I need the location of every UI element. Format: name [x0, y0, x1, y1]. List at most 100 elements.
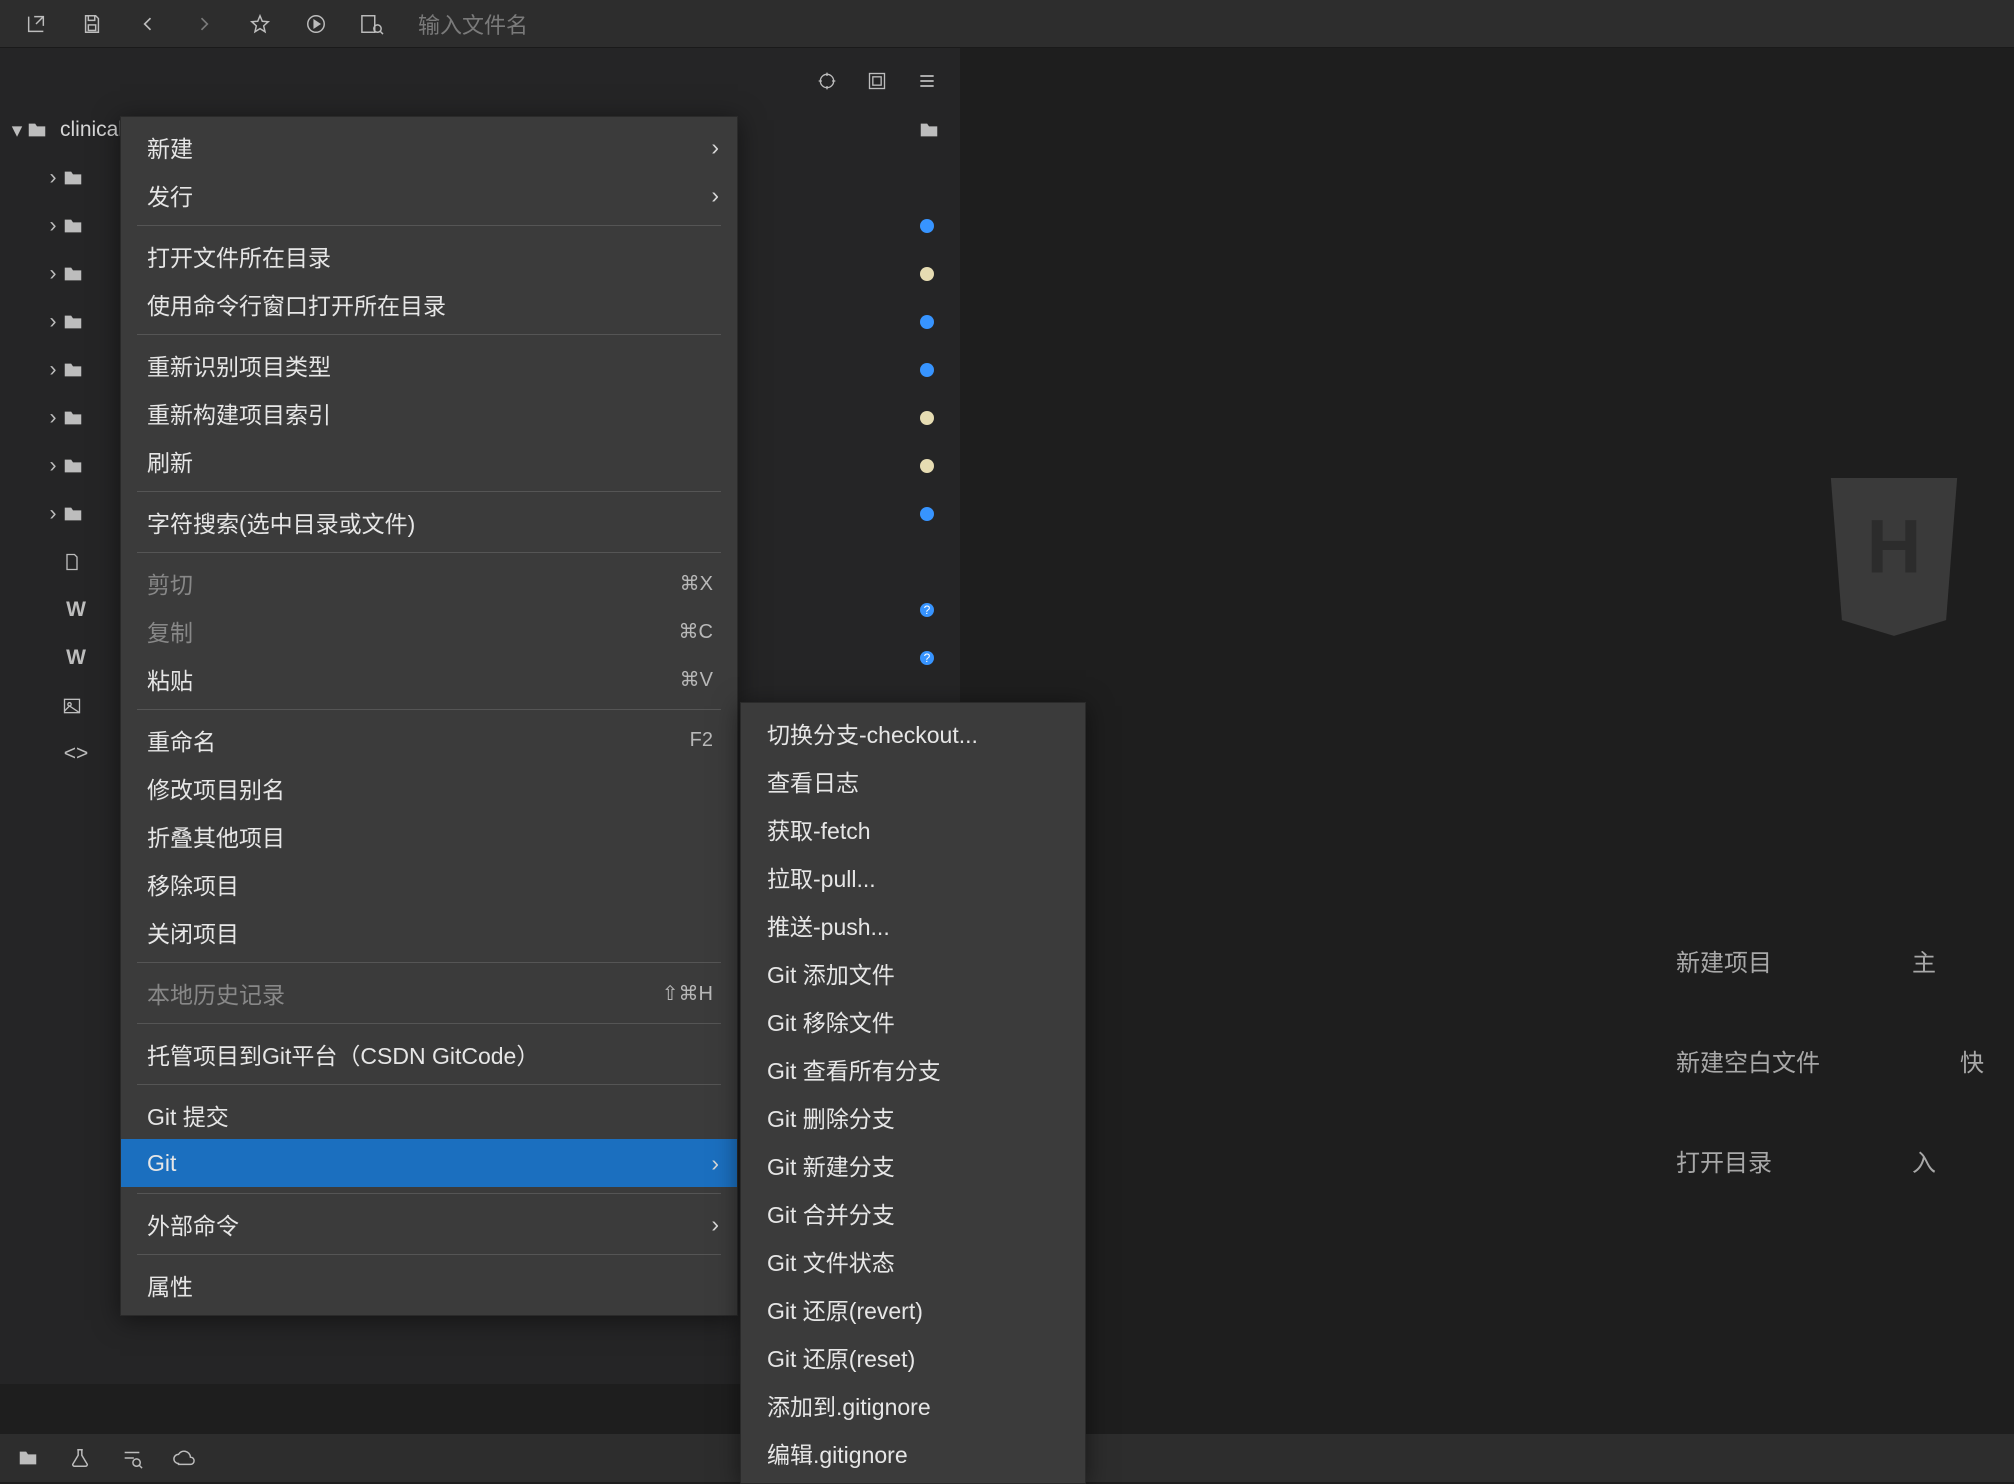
menu-item[interactable]: 重命名F2	[121, 716, 737, 764]
welcome-new-file[interactable]: 新建空白文件	[1676, 1043, 1820, 1078]
menu-separator	[137, 334, 721, 335]
import-icon[interactable]	[8, 0, 64, 48]
star-icon[interactable]	[232, 0, 288, 48]
menu-shortcut: ⌘V	[680, 667, 713, 692]
git-submenu-item[interactable]: 推送-push...	[741, 901, 1085, 949]
menu-separator	[137, 491, 721, 492]
menu-item[interactable]: 外部命令›	[121, 1200, 737, 1248]
save-icon[interactable]	[64, 0, 120, 48]
git-submenu-item[interactable]: 编辑.gitignore	[741, 1429, 1085, 1477]
menu-item[interactable]: Git 提交	[121, 1091, 737, 1139]
menu-shortcut: F2	[690, 729, 713, 752]
menu-item[interactable]: 折叠其他项目	[121, 812, 737, 860]
menu-separator	[137, 709, 721, 710]
git-submenu-item[interactable]: 拉取-pull...	[741, 853, 1085, 901]
git-submenu-item[interactable]: 获取-fetch	[741, 805, 1085, 853]
status-untracked-icon: ?	[920, 651, 934, 665]
chevron-right-icon: ›	[711, 1150, 719, 1177]
git-submenu-item[interactable]: 添加到.gitignore	[741, 1381, 1085, 1429]
folder-end-icon	[918, 119, 940, 141]
git-submenu-item[interactable]: Git 移除文件	[741, 997, 1085, 1045]
git-submenu-item[interactable]: Git 新建分支	[741, 1141, 1085, 1189]
status-dot-icon	[920, 507, 934, 521]
file-icon	[62, 696, 90, 716]
git-submenu-item[interactable]: 查看日志	[741, 757, 1085, 805]
menu-item[interactable]: 关闭项目	[121, 908, 737, 956]
folder-icon	[62, 407, 90, 429]
status-search-icon[interactable]	[112, 1447, 152, 1469]
status-dot-icon	[920, 267, 934, 281]
menu-shortcut: ⌘X	[680, 571, 713, 596]
menu-shortcut: ⌘C	[679, 619, 713, 644]
chevron-right-icon: ›	[711, 1211, 719, 1238]
context-menu-git[interactable]: 切换分支-checkout...查看日志获取-fetch拉取-pull...推送…	[740, 702, 1086, 1484]
folder-icon	[62, 167, 90, 189]
menu-item[interactable]: 打开文件所在目录	[121, 232, 737, 280]
menu-item[interactable]: 字符搜索(选中目录或文件)	[121, 498, 737, 546]
menu-icon[interactable]	[902, 56, 952, 106]
preview-icon[interactable]	[344, 0, 400, 48]
status-cloud-icon[interactable]	[164, 1447, 204, 1469]
status-untracked-icon: ?	[920, 603, 934, 617]
menu-item[interactable]: 重新构建项目索引	[121, 389, 737, 437]
welcome-new-project[interactable]: 新建项目	[1676, 943, 1772, 978]
menu-shortcut: ⇧⌘H	[662, 981, 713, 1006]
file-icon: <>	[62, 742, 90, 766]
menu-item[interactable]: 移除项目	[121, 860, 737, 908]
folder-icon	[62, 215, 90, 237]
git-submenu-item[interactable]: Git 删除分支	[741, 1093, 1085, 1141]
menu-item[interactable]: 属性	[121, 1261, 737, 1309]
status-flask-icon[interactable]	[60, 1447, 100, 1469]
menu-item[interactable]: 使用命令行窗口打开所在目录	[121, 280, 737, 328]
back-icon[interactable]	[120, 0, 176, 48]
folder-icon	[62, 311, 90, 333]
menu-item[interactable]: 粘贴⌘V	[121, 655, 737, 703]
locate-icon[interactable]	[802, 56, 852, 106]
run-icon[interactable]	[288, 0, 344, 48]
git-submenu-item[interactable]: Git 合并分支	[741, 1189, 1085, 1237]
file-icon: W	[62, 598, 90, 622]
git-submenu-item[interactable]: 切换分支-checkout...	[741, 709, 1085, 757]
menu-separator	[137, 1084, 721, 1085]
menu-separator	[137, 962, 721, 963]
welcome-open-dir[interactable]: 打开目录	[1676, 1143, 1772, 1178]
status-dot-icon	[920, 219, 934, 233]
welcome-r1: 主	[1912, 943, 1936, 978]
chevron-right-icon: ›	[711, 134, 719, 161]
menu-item[interactable]: 修改项目别名	[121, 764, 737, 812]
menu-item[interactable]: 刷新	[121, 437, 737, 485]
menu-separator	[137, 225, 721, 226]
folder-icon	[26, 119, 54, 141]
top-toolbar: 输入文件名	[0, 0, 2014, 48]
git-submenu-item[interactable]: Git 添加文件	[741, 949, 1085, 997]
welcome-r3: 入	[1912, 1143, 1936, 1178]
git-submenu-item[interactable]: Git 还原(reset)	[741, 1333, 1085, 1381]
git-submenu-item[interactable]: Git 文件状态	[741, 1237, 1085, 1285]
status-filemanager-icon[interactable]	[8, 1447, 48, 1469]
menu-separator	[137, 552, 721, 553]
chevron-right-icon: ›	[711, 182, 719, 209]
welcome-r2: 快	[1960, 1043, 1984, 1078]
filename-search-placeholder[interactable]: 输入文件名	[408, 4, 528, 44]
file-icon: W	[62, 646, 90, 670]
folder-icon	[62, 455, 90, 477]
status-dot-icon	[920, 459, 934, 473]
forward-icon[interactable]	[176, 0, 232, 48]
menu-item[interactable]: 重新识别项目类型	[121, 341, 737, 389]
menu-item[interactable]: 托管项目到Git平台（CSDN GitCode）	[121, 1030, 737, 1078]
folder-icon	[62, 263, 90, 285]
menu-item[interactable]: Git›	[121, 1139, 737, 1187]
git-submenu-item[interactable]: Git 还原(revert)	[741, 1285, 1085, 1333]
status-dot-icon	[920, 411, 934, 425]
git-submenu-item[interactable]: Git 查看所有分支	[741, 1045, 1085, 1093]
sidebar-toolbar	[0, 56, 960, 106]
menu-item[interactable]: 发行›	[121, 171, 737, 219]
context-menu-main[interactable]: 新建›发行› 打开文件所在目录使用命令行窗口打开所在目录重新识别项目类型重新构建项…	[120, 116, 738, 1316]
svg-text:H: H	[1867, 505, 1922, 590]
file-icon	[62, 551, 90, 573]
menu-item: 复制⌘C	[121, 607, 737, 655]
menu-separator	[137, 1023, 721, 1024]
collapse-icon[interactable]	[852, 56, 902, 106]
folder-icon	[62, 503, 90, 525]
menu-item[interactable]: 新建›	[121, 123, 737, 171]
